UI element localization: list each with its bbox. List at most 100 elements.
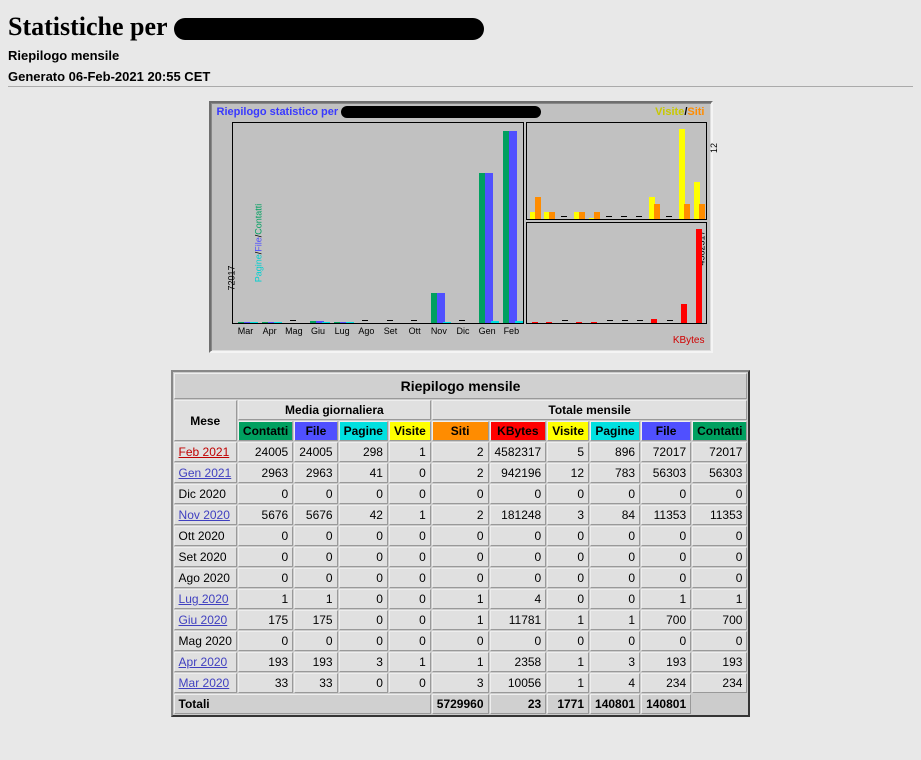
h-t-siti: Siti: [432, 421, 489, 441]
cell-tc: 0: [692, 484, 747, 504]
cell-kb: 0: [490, 484, 547, 504]
month-tick: Giu: [306, 326, 330, 336]
cell-tv: 1: [547, 652, 589, 672]
cell-kb: 0: [490, 547, 547, 567]
cell-tp: 0: [590, 547, 640, 567]
h-t-visite: Visite: [547, 421, 589, 441]
cell-mf: 0: [294, 526, 337, 546]
legend-visite: Visite: [655, 106, 684, 118]
kbytes-label: KBytes: [673, 335, 705, 346]
cell-tc: 0: [692, 526, 747, 546]
divider: [8, 86, 913, 87]
month-cell: Feb 2021: [174, 442, 237, 462]
group-media: Media giornaliera: [238, 400, 431, 420]
cell-mv: 1: [389, 652, 431, 672]
cell-siti: 2: [432, 505, 489, 525]
table-row: Ago 20200000000000: [174, 568, 748, 588]
cell-tf: 0: [641, 631, 691, 651]
month-link[interactable]: Mar 2020: [179, 676, 230, 690]
month-tick: Mag: [282, 326, 306, 336]
cell-mc: 0: [238, 547, 293, 567]
cell-mc: 24005: [238, 442, 293, 462]
title-prefix: Statistiche per: [8, 12, 174, 41]
cell-mp: 298: [339, 442, 388, 462]
cell-mv: 1: [389, 505, 431, 525]
table-row: Ott 20200000000000: [174, 526, 748, 546]
cell-siti: 1: [432, 589, 489, 609]
cell-mc: 5676: [238, 505, 293, 525]
cell-mp: 0: [339, 589, 388, 609]
month-cell: Giu 2020: [174, 610, 237, 630]
cell-siti: 0: [432, 547, 489, 567]
cell-tf: 234: [641, 673, 691, 693]
cell-tp: 0: [590, 484, 640, 504]
month-cell: Mar 2020: [174, 673, 237, 693]
totals-kb: 5729960: [432, 694, 489, 714]
cell-mc: 193: [238, 652, 293, 672]
cell-kb: 10056: [490, 673, 547, 693]
month-tick: Dic: [451, 326, 475, 336]
cell-siti: 2: [432, 463, 489, 483]
legend-siti: Siti: [687, 106, 704, 118]
table-row: Mag 20200000000000: [174, 631, 748, 651]
cell-mf: 193: [294, 652, 337, 672]
cell-tp: 783: [590, 463, 640, 483]
table-title: Riepilogo mensile: [174, 373, 748, 399]
cell-mv: 0: [389, 610, 431, 630]
stats-table: Riepilogo mensile Mese Media giornaliera…: [171, 370, 751, 717]
cell-siti: 1: [432, 652, 489, 672]
cell-mf: 1: [294, 589, 337, 609]
cell-mf: 24005: [294, 442, 337, 462]
cell-tp: 4: [590, 673, 640, 693]
month-link[interactable]: Lug 2020: [179, 592, 229, 606]
totals-label: Totali: [174, 694, 431, 714]
cell-tv: 0: [547, 484, 589, 504]
month-tick: Lug: [330, 326, 354, 336]
month-tick: Ott: [403, 326, 427, 336]
table-row: Nov 20205676567642121812483841135311353: [174, 505, 748, 525]
page-title: Statistiche per: [8, 12, 913, 42]
month-link[interactable]: Gen 2021: [179, 466, 232, 480]
month-cell: Lug 2020: [174, 589, 237, 609]
cell-tc: 234: [692, 673, 747, 693]
cell-mp: 41: [339, 463, 388, 483]
cell-mc: 1: [238, 589, 293, 609]
month-link[interactable]: Apr 2020: [179, 655, 228, 669]
month-tick: Mar: [234, 326, 258, 336]
h-m-visite: Visite: [389, 421, 431, 441]
cell-mv: 0: [389, 589, 431, 609]
cell-siti: 0: [432, 484, 489, 504]
table-row: Apr 2020193193311235813193193: [174, 652, 748, 672]
cell-tc: 56303: [692, 463, 747, 483]
cell-tc: 11353: [692, 505, 747, 525]
cell-mv: 0: [389, 547, 431, 567]
redacted-domain-chart: [341, 106, 541, 118]
cell-siti: 1: [432, 610, 489, 630]
cell-kb: 0: [490, 526, 547, 546]
cell-kb: 2358: [490, 652, 547, 672]
cell-kb: 4582317: [490, 442, 547, 462]
cell-mc: 0: [238, 568, 293, 588]
cell-mf: 0: [294, 631, 337, 651]
month-link[interactable]: Nov 2020: [179, 508, 230, 522]
month-tick: Nov: [427, 326, 451, 336]
cell-mp: 3: [339, 652, 388, 672]
cell-mp: 0: [339, 547, 388, 567]
totals-tf: 140801: [590, 694, 640, 714]
h-t-kbytes: KBytes: [490, 421, 547, 441]
group-totale: Totale mensile: [432, 400, 748, 420]
cell-tv: 5: [547, 442, 589, 462]
chart-title: Riepilogo statistico per Visite/Siti: [217, 106, 705, 118]
cell-tc: 1: [692, 589, 747, 609]
cell-tf: 0: [641, 568, 691, 588]
cell-tv: 1: [547, 610, 589, 630]
cell-kb: 11781: [490, 610, 547, 630]
month-cell: Apr 2020: [174, 652, 237, 672]
cell-tf: 1: [641, 589, 691, 609]
cell-tv: 0: [547, 589, 589, 609]
month-link[interactable]: Giu 2020: [179, 613, 228, 627]
cell-mf: 175: [294, 610, 337, 630]
month-cell: Ott 2020: [174, 526, 237, 546]
cell-siti: 2: [432, 442, 489, 462]
month-link[interactable]: Feb 2021: [179, 445, 230, 459]
